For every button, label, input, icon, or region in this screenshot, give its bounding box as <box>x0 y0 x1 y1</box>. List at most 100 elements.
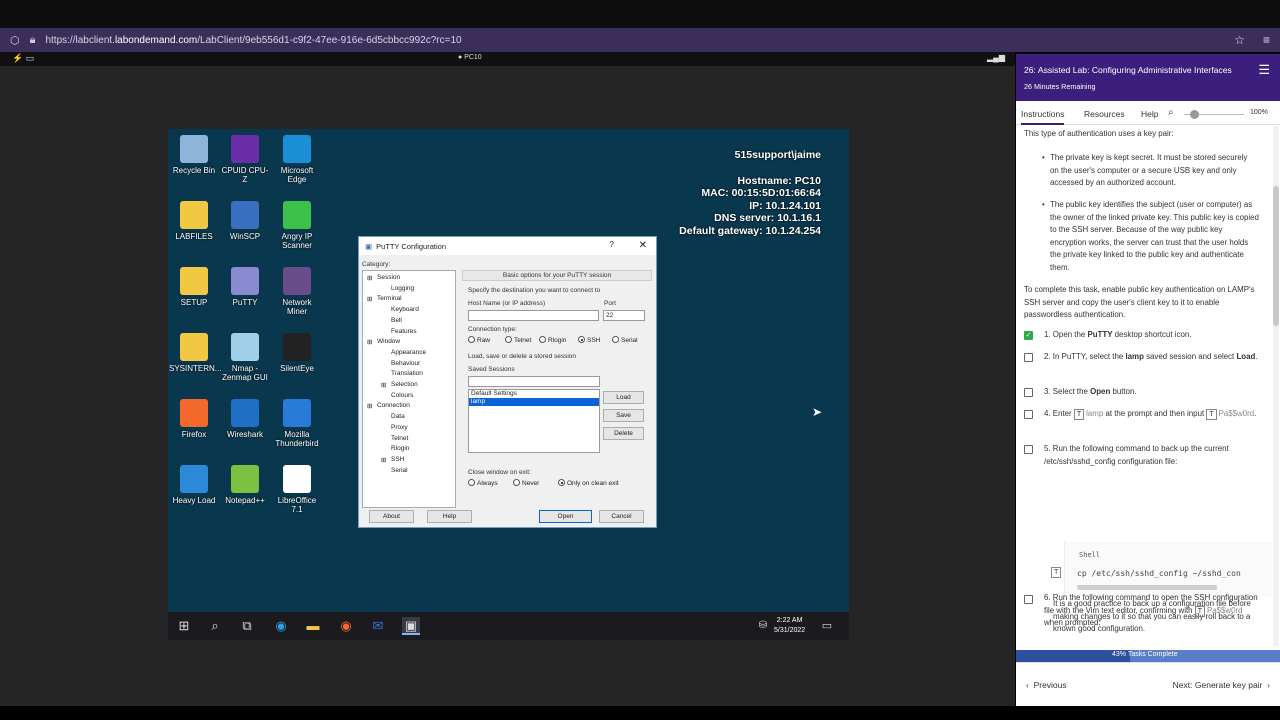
tree-item[interactable]: Keyboard <box>391 306 419 313</box>
session-item[interactable]: lamp <box>469 398 599 406</box>
lightning-icon[interactable]: ⚡ ▭ <box>12 53 34 64</box>
help-button[interactable]: Help <box>427 510 472 523</box>
step-4-checkbox[interactable] <box>1024 410 1033 419</box>
tree-item[interactable]: Bell <box>391 317 402 324</box>
desktop-icon[interactable]: Angry IP Scanner <box>272 201 322 250</box>
vm-desktop[interactable]: Recycle Bin CPUID CPU-Z Microsoft Edge LABF… <box>168 129 849 640</box>
tree-item[interactable]: Rlogin <box>391 445 409 452</box>
connection-type-radio[interactable]: Serial <box>612 336 638 344</box>
tree-item[interactable]: Connection <box>377 402 410 409</box>
panel-scrollbar-thumb[interactable] <box>1273 186 1279 326</box>
tree-item[interactable]: Colours <box>391 392 413 399</box>
tab-resources[interactable]: Resources <box>1084 109 1125 119</box>
type-icon[interactable]: T <box>1194 605 1205 617</box>
tree-item[interactable]: Telnet <box>391 435 408 442</box>
start-icon[interactable]: ⊞ <box>175 617 193 635</box>
desktop-icon[interactable]: Firefox <box>169 399 219 439</box>
tree-item[interactable]: Terminal <box>377 295 402 302</box>
tab-instructions[interactable]: Instructions <box>1021 109 1065 125</box>
tree-item[interactable]: Selection <box>391 381 418 388</box>
firefox-taskbar-icon[interactable]: ◉ <box>337 617 355 635</box>
step-3-checkbox[interactable] <box>1024 388 1033 397</box>
type-icon[interactable]: T <box>1206 409 1217 420</box>
code-scrollbar[interactable] <box>1077 585 1217 590</box>
machine-name[interactable]: ● PC10 <box>458 54 482 61</box>
load-button[interactable]: Load <box>603 391 644 404</box>
desktop-icon[interactable]: SETUP <box>169 267 219 307</box>
putty-titlebar[interactable]: ▣ PuTTY Configuration ? ✕ <box>359 237 656 255</box>
about-button[interactable]: About <box>369 510 414 523</box>
desktop-icon[interactable]: Network Miner <box>272 267 322 316</box>
desktop-icon[interactable]: Notepad++ <box>220 465 270 505</box>
close-option-radio[interactable]: Always <box>468 479 498 487</box>
notifications-icon[interactable]: ▭ <box>818 617 836 635</box>
thunderbird-taskbar-icon[interactable]: ✉ <box>369 617 387 635</box>
tree-item[interactable]: Behaviour <box>391 360 420 367</box>
url-text[interactable]: https://labclient.labondemand.com/LabCli… <box>45 35 461 46</box>
step-1-checkbox[interactable]: ✓ <box>1024 331 1033 340</box>
type-icon[interactable]: T <box>1073 409 1085 420</box>
close-option-radio[interactable]: Never <box>513 479 539 487</box>
connection-type-radio[interactable]: Telnet <box>505 336 531 344</box>
save-button[interactable]: Save <box>603 409 644 422</box>
close-icon[interactable]: ✕ <box>639 240 647 251</box>
tree-expander-icon[interactable]: ⊞ <box>381 456 386 464</box>
tree-expander-icon[interactable]: ⊞ <box>367 402 372 410</box>
desktop-icon[interactable]: Wireshark <box>220 399 270 439</box>
tree-item[interactable]: Logging <box>391 285 414 292</box>
panel-scrollbar[interactable] <box>1273 126 1279 646</box>
desktop-icon[interactable]: Mozilla Thunderbird <box>272 399 322 448</box>
tab-help[interactable]: Help <box>1141 109 1158 119</box>
desktop-icon[interactable]: Recycle Bin <box>169 135 219 175</box>
explorer-taskbar-icon[interactable]: ▬ <box>304 617 322 635</box>
category-tree[interactable]: Session ⊞ Logging Terminal ⊞ Keyboard Bell Feat… <box>362 270 456 508</box>
tree-item[interactable]: Proxy <box>391 424 408 431</box>
network-tray-icon[interactable]: ⛁ <box>754 617 772 635</box>
desktop-icon[interactable]: LABFILES <box>169 201 219 241</box>
next-button[interactable]: Next: Generate key pair › <box>1173 680 1270 690</box>
desktop-icon[interactable]: LibreOffice 7.1 <box>272 465 322 514</box>
putty-taskbar-icon[interactable]: ▣ <box>402 617 420 635</box>
tree-expander-icon[interactable]: ⊞ <box>381 381 386 389</box>
session-list[interactable]: Default Settings lamp <box>468 389 600 453</box>
tree-expander-icon[interactable]: ⊞ <box>367 274 372 282</box>
desktop-icon[interactable]: PuTTY <box>220 267 270 307</box>
zoom-slider-handle[interactable] <box>1190 110 1199 119</box>
desktop-icon[interactable]: Heavy Load <box>169 465 219 505</box>
tree-expander-icon[interactable]: ⊞ <box>367 295 372 303</box>
tree-item[interactable]: Session <box>377 274 400 281</box>
step-2-checkbox[interactable] <box>1024 353 1033 362</box>
tree-item[interactable]: Window <box>377 338 400 345</box>
saved-session-input[interactable] <box>468 376 600 387</box>
close-option-radio[interactable]: Only on clean exit <box>558 479 619 487</box>
bookmark-star-icon[interactable]: ☆ <box>1234 33 1245 47</box>
address-bar[interactable]: ⬡ 🔒︎ https://labclient.labondemand.com/L… <box>0 28 1280 52</box>
connection-type-radio[interactable]: Rlogin <box>539 336 566 344</box>
search-icon[interactable]: ⌕ <box>206 617 224 635</box>
previous-button[interactable]: ‹ Previous <box>1026 680 1067 690</box>
tree-item[interactable]: Appearance <box>391 349 426 356</box>
desktop-icon[interactable]: WinSCP <box>220 201 270 241</box>
tree-item[interactable]: Data <box>391 413 405 420</box>
host-input[interactable] <box>468 310 599 321</box>
open-button[interactable]: Open <box>539 510 592 523</box>
port-input[interactable]: 22 <box>603 310 645 321</box>
task-view-icon[interactable]: ⧉ <box>238 617 256 635</box>
code-command[interactable]: cp /etc/ssh/sshd_config ~/sshd_con <box>1077 568 1241 581</box>
tree-item[interactable]: SSH <box>391 456 404 463</box>
cancel-button[interactable]: Cancel <box>599 510 644 523</box>
edge-taskbar-icon[interactable]: ◉ <box>272 617 290 635</box>
desktop-icon[interactable]: Microsoft Edge <box>272 135 322 184</box>
type-icon[interactable]: T <box>1051 567 1062 578</box>
search-icon[interactable]: ⌕ <box>1168 107 1174 118</box>
putty-window[interactable]: ▣ PuTTY Configuration ? ✕ Category: Sess… <box>358 236 657 528</box>
connection-type-radio[interactable]: Raw <box>468 336 490 344</box>
session-item[interactable]: Default Settings <box>469 390 599 398</box>
desktop-icon[interactable]: Nmap - Zenmap GUI <box>220 333 270 382</box>
help-icon[interactable]: ? <box>610 240 614 249</box>
menu-icon[interactable]: ≡ <box>1263 33 1270 47</box>
connection-type-radio[interactable]: SSH <box>578 336 600 344</box>
tree-item[interactable]: Features <box>391 328 417 335</box>
delete-button[interactable]: Delete <box>603 427 644 440</box>
step-6-checkbox[interactable] <box>1024 595 1033 604</box>
